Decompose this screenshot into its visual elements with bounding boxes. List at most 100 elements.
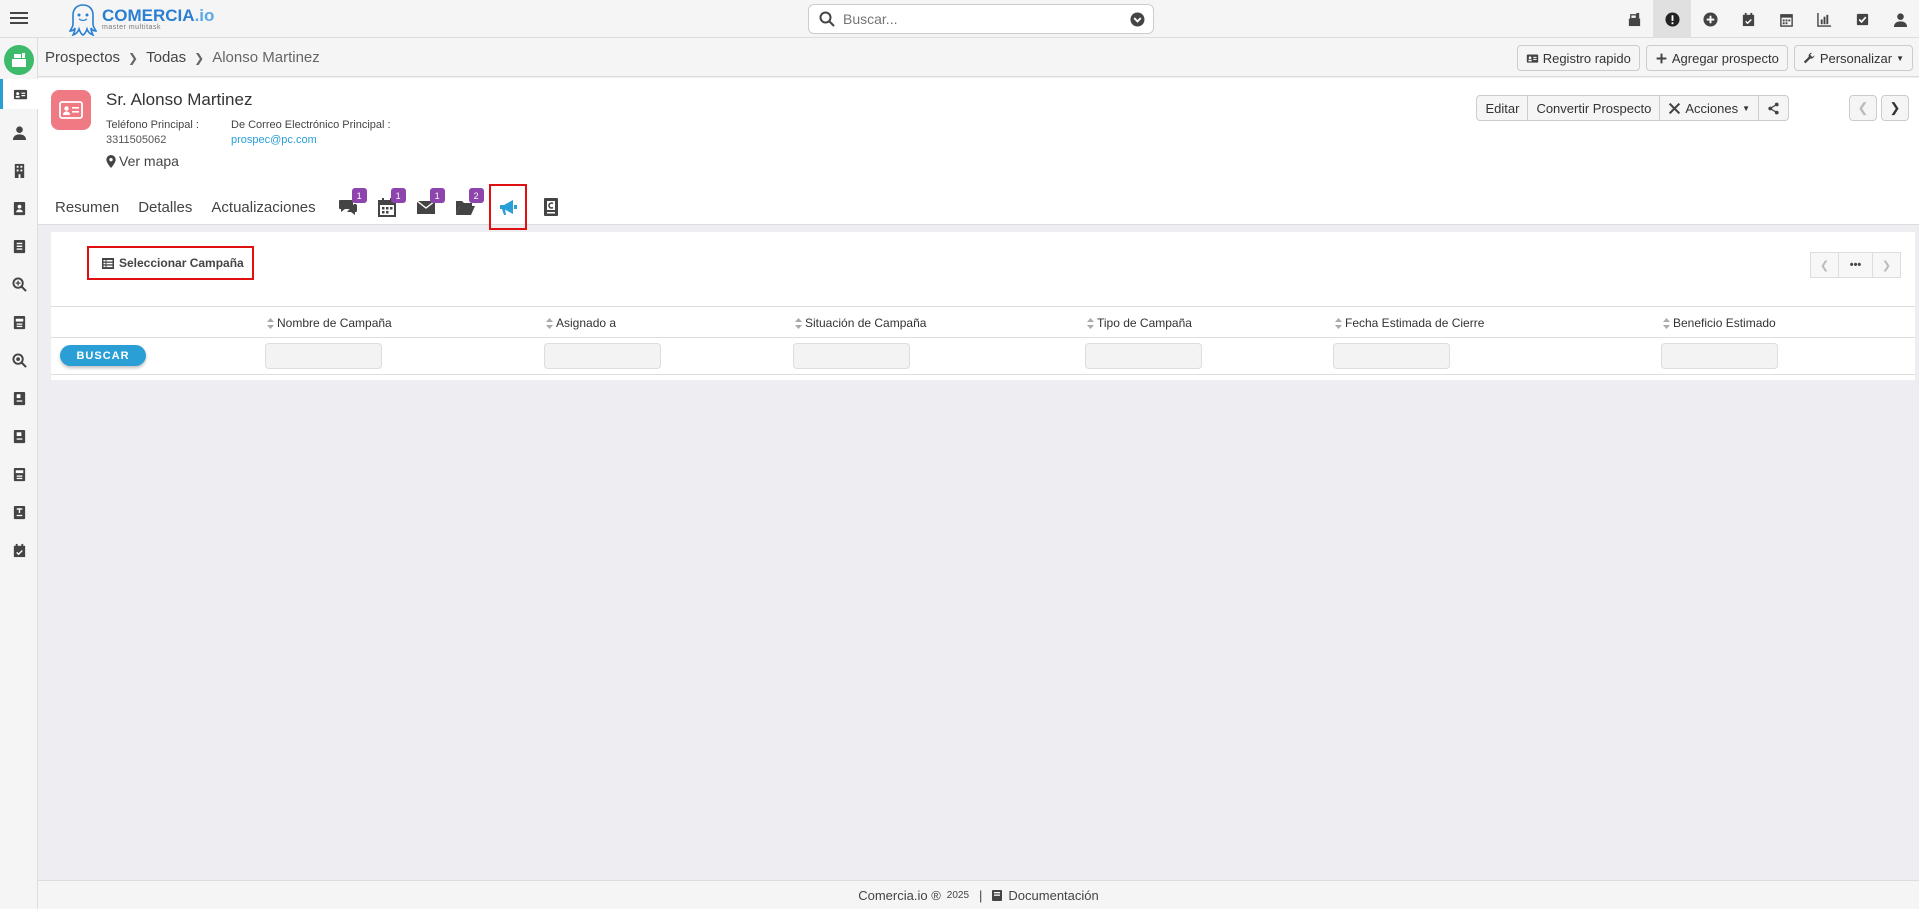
sidebar bbox=[0, 38, 38, 909]
alerts-button[interactable] bbox=[1653, 0, 1691, 38]
column-header-campaign-type[interactable]: Tipo de Campaña bbox=[1087, 316, 1192, 330]
sidebar-item-credit-notes[interactable] bbox=[0, 459, 38, 489]
reports-button[interactable] bbox=[1805, 0, 1843, 38]
sidebar-item-document[interactable] bbox=[0, 231, 38, 261]
sidebar-item-orders[interactable] bbox=[0, 421, 38, 451]
chevron-left-icon: ❮ bbox=[1857, 100, 1869, 115]
sidebar-item-search-plus[interactable] bbox=[0, 269, 38, 299]
list-icon bbox=[102, 257, 114, 269]
email-label: De Correo Electrónico Principal : bbox=[231, 119, 391, 131]
sidebar-item-search-minus[interactable] bbox=[0, 345, 38, 375]
breadcrumb-prospects[interactable]: Prospectos bbox=[45, 49, 120, 66]
agregar-prospecto-button[interactable]: Agregar prospecto bbox=[1645, 45, 1788, 71]
cash-register-icon bbox=[1628, 12, 1640, 26]
plus-circle-icon bbox=[1702, 11, 1718, 27]
map-marker-icon bbox=[106, 154, 116, 168]
chevron-right-icon: ❯ bbox=[1881, 259, 1892, 272]
cash-register-icon bbox=[12, 53, 26, 67]
bullhorn-icon bbox=[499, 200, 517, 215]
record-nav: ❮ ❯ bbox=[1849, 95, 1909, 121]
phone-label: Teléfono Principal : bbox=[106, 119, 199, 131]
sort-icon bbox=[1335, 317, 1342, 329]
checklist-button[interactable] bbox=[1843, 0, 1881, 38]
documentation-link[interactable]: Documentación bbox=[1008, 888, 1098, 903]
column-header-close-date[interactable]: Fecha Estimada de Cierre bbox=[1335, 316, 1484, 330]
sidebar-item-organizations[interactable] bbox=[0, 155, 38, 185]
search-input[interactable] bbox=[843, 11, 1130, 27]
column-header-assigned-to[interactable]: Asignado a bbox=[546, 316, 616, 330]
select-campaign-button[interactable]: Seleccionar Campaña bbox=[87, 246, 254, 280]
filter-assigned-to-input[interactable] bbox=[544, 343, 661, 369]
more-options-button[interactable]: ••• bbox=[1838, 252, 1873, 278]
registro-rapido-button[interactable]: Registro rapido bbox=[1516, 45, 1640, 71]
book-icon bbox=[992, 889, 1003, 901]
id-card-icon bbox=[59, 101, 83, 119]
sidebar-item-quotes[interactable] bbox=[0, 307, 38, 337]
search-plus-icon bbox=[11, 276, 27, 292]
previous-record-button[interactable]: ❮ bbox=[1849, 95, 1877, 121]
edit-button[interactable]: Editar bbox=[1476, 95, 1529, 121]
table-header: Nombre de Campaña Asignado a Situación d… bbox=[51, 306, 1915, 338]
tab-calendar[interactable]: 1 bbox=[374, 188, 406, 220]
sidebar-item-tickets[interactable] bbox=[0, 497, 38, 527]
pagination: ❮ ••• ❯ bbox=[1810, 252, 1901, 278]
column-header-campaign-name[interactable]: Nombre de Campaña bbox=[267, 316, 392, 330]
column-header-expected-benefit[interactable]: Beneficio Estimado bbox=[1663, 316, 1776, 330]
sidebar-item-invoices[interactable] bbox=[0, 383, 38, 413]
personalizar-button[interactable]: Personalizar ▼ bbox=[1793, 45, 1913, 71]
chevron-right-icon: ❯ bbox=[128, 50, 139, 65]
column-header-campaign-status[interactable]: Situación de Campaña bbox=[795, 316, 926, 330]
tasks-calendar-button[interactable] bbox=[1729, 0, 1767, 38]
filter-expected-benefit-input[interactable] bbox=[1661, 343, 1778, 369]
tab-campaigns[interactable] bbox=[488, 184, 527, 230]
top-bar: COMERCIA.io master multitask bbox=[0, 0, 1919, 38]
filter-close-date-input[interactable] bbox=[1333, 343, 1450, 369]
filter-campaign-name-input[interactable] bbox=[265, 343, 382, 369]
convert-prospect-button[interactable]: Convertir Prospecto bbox=[1527, 95, 1661, 121]
tab-detalles[interactable]: Detalles bbox=[138, 199, 192, 216]
next-page-button[interactable]: ❯ bbox=[1872, 252, 1901, 278]
plus-icon bbox=[1656, 53, 1667, 63]
sidebar-item-contact-card[interactable] bbox=[0, 193, 38, 223]
logo[interactable]: COMERCIA.io master multitask bbox=[68, 2, 214, 36]
user-menu-button[interactable] bbox=[1881, 0, 1919, 38]
tab-comments[interactable]: 1 bbox=[335, 188, 367, 220]
caret-down-icon: ▼ bbox=[1896, 53, 1904, 63]
tab-documents[interactable]: 2 bbox=[452, 188, 484, 220]
id-card-icon bbox=[13, 89, 28, 99]
sidebar-item-tasks[interactable] bbox=[0, 535, 38, 565]
exclamation-icon bbox=[1664, 11, 1680, 27]
sidebar-item-prospects[interactable] bbox=[0, 79, 38, 109]
tab-contacts-book[interactable] bbox=[538, 194, 564, 220]
id-card-icon bbox=[1526, 53, 1538, 63]
search-button[interactable]: BUSCAR bbox=[60, 345, 146, 366]
breadcrumb-all[interactable]: Todas bbox=[146, 49, 186, 66]
share-button[interactable] bbox=[1758, 95, 1789, 121]
calendar-button[interactable] bbox=[1767, 0, 1805, 38]
column-label: Beneficio Estimado bbox=[1673, 316, 1776, 330]
page-actions: Registro rapido Agregar prospecto Person… bbox=[1516, 45, 1913, 71]
email-link[interactable]: prospec@pc.com bbox=[231, 134, 317, 146]
chevron-down-icon[interactable] bbox=[1130, 11, 1145, 27]
tab-resumen[interactable]: Resumen bbox=[55, 199, 119, 216]
filter-campaign-status-input[interactable] bbox=[793, 343, 910, 369]
filter-campaign-type-input[interactable] bbox=[1085, 343, 1202, 369]
previous-page-button[interactable]: ❮ bbox=[1810, 252, 1839, 278]
view-map-link[interactable]: Ver mapa bbox=[106, 153, 179, 169]
quick-create-button[interactable] bbox=[1615, 0, 1653, 38]
actions-dropdown[interactable]: Acciones ▼ bbox=[1659, 95, 1759, 121]
tab-actualizaciones[interactable]: Actualizaciones bbox=[211, 199, 315, 216]
sidebar-item-contacts[interactable] bbox=[0, 117, 38, 147]
menu-icon[interactable] bbox=[10, 9, 28, 27]
footer: Comercia.io ® 2025 | Documentación bbox=[38, 880, 1919, 909]
global-search[interactable] bbox=[808, 4, 1154, 34]
app-switcher[interactable] bbox=[4, 45, 34, 75]
calendar-check-icon bbox=[13, 543, 25, 557]
footer-year: 2025 bbox=[946, 889, 970, 901]
tools-icon bbox=[1669, 102, 1681, 114]
filter-row: BUSCAR bbox=[51, 338, 1915, 375]
tab-emails[interactable]: 1 bbox=[413, 188, 445, 220]
next-record-button[interactable]: ❯ bbox=[1881, 95, 1909, 121]
ellipsis-icon: ••• bbox=[1849, 259, 1862, 271]
add-button[interactable] bbox=[1691, 0, 1729, 38]
